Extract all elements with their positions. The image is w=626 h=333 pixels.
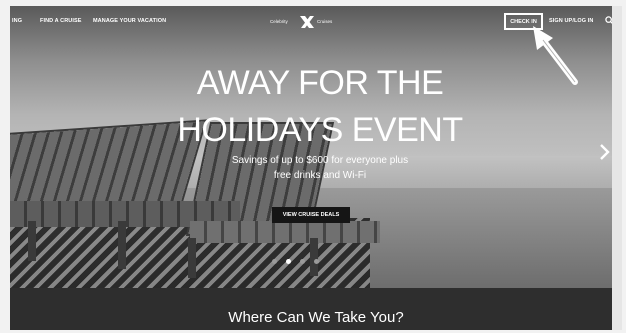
- celebrity-x-logo-icon: [300, 16, 314, 28]
- arrow-pointer-icon: [533, 26, 578, 85]
- lounge-chair-seat: [190, 221, 380, 243]
- hero-title-line1: AWAY FOR THE: [196, 64, 444, 102]
- hero-subtitle-line1: Savings of up to $600 for everyone plus: [231, 155, 409, 166]
- nav-item-partial[interactable]: ING: [12, 18, 22, 24]
- chair-leg: [28, 221, 36, 261]
- logo-text-right: Cruises: [317, 19, 333, 24]
- section-heading: Where Can We Take You?: [228, 309, 404, 326]
- nav-find-a-cruise[interactable]: FIND A CRUISE: [40, 18, 82, 24]
- chair-leg: [188, 238, 196, 278]
- carousel-dot[interactable]: [272, 259, 277, 264]
- carousel-dot[interactable]: [300, 259, 305, 264]
- hero-subtitle-line2: free drinks and Wi-Fi: [273, 170, 367, 181]
- logo-text-left: Celebrity: [270, 19, 288, 24]
- chair-leg: [118, 221, 126, 269]
- hero-title-line2: HOLIDAYS EVENT: [177, 111, 463, 149]
- page-edge: [612, 6, 622, 330]
- carousel-dot[interactable]: [314, 259, 319, 264]
- chair-leg: [310, 238, 318, 276]
- nav-manage-vacation[interactable]: MANAGE YOUR VACATION: [93, 18, 166, 24]
- view-cruise-deals-button[interactable]: VIEW CRUISE DEALS: [272, 207, 350, 223]
- carousel-dot-active[interactable]: [286, 259, 291, 264]
- chevron-right-icon[interactable]: [597, 142, 611, 162]
